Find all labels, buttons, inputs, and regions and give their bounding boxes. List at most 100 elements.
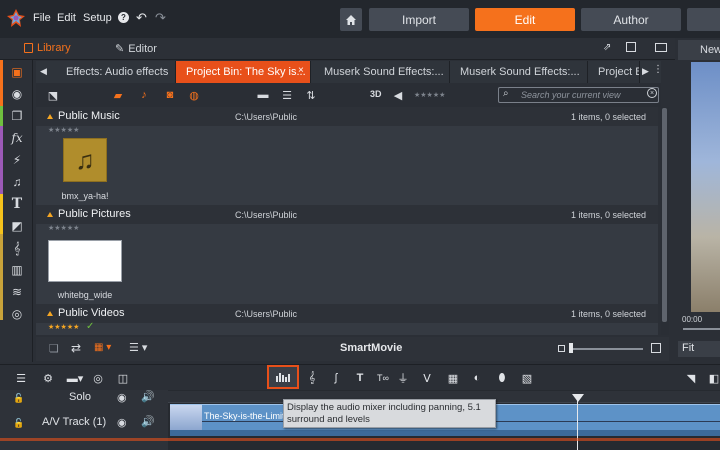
filter-project-icon[interactable]: ◍ (187, 88, 201, 102)
volume-menu-icon[interactable]: ▬▾ (64, 371, 86, 385)
text-overlay-icon[interactable]: T∞ (374, 371, 392, 385)
title-text-icon[interactable]: T (7, 195, 27, 213)
import-media-icon[interactable]: ❏ (49, 342, 59, 355)
list-options-icon[interactable]: ☰ ▾ (129, 341, 147, 354)
motion-path-icon[interactable]: ʃ (329, 371, 343, 385)
zoom-large-icon[interactable] (651, 343, 661, 353)
collapse-triangle-icon[interactable] (47, 212, 53, 217)
tab-effects-audio[interactable]: Effects: Audio effects (56, 61, 176, 83)
grid-view-icon[interactable]: ▦ ▾ (94, 342, 111, 353)
menu-setup[interactable]: Setup (83, 12, 112, 24)
multicam-icon[interactable]: ▦ (446, 371, 460, 385)
color-grading-icon[interactable]: ◐ (470, 371, 484, 385)
scorefitter-icon[interactable]: 𝄞 (7, 239, 27, 257)
picture-item-thumbnail[interactable] (48, 240, 122, 282)
library-scrollbar-thumb[interactable] (662, 108, 667, 322)
smartmovie-button[interactable]: SmartMovie (340, 342, 402, 354)
item-rating[interactable]: ★★★★★ (48, 224, 79, 232)
preview-scrubber[interactable] (683, 328, 720, 330)
layout-icon[interactable] (655, 43, 667, 52)
section-public-pictures-header[interactable]: Public Pictures C:\Users\Public 1 items,… (36, 205, 658, 224)
tab-menu-icon[interactable]: ⋮ (653, 64, 663, 75)
redo-icon[interactable]: ↷ (155, 10, 166, 26)
list-view-icon[interactable]: ☰ (280, 88, 294, 102)
title-tool-icon[interactable]: T (353, 371, 367, 385)
filter-video-icon[interactable]: ▰ (111, 88, 125, 102)
lock-icon[interactable]: 🔓 (13, 393, 24, 404)
filter-3d-button[interactable]: 3D (370, 89, 382, 99)
section-public-videos-header[interactable]: Public Videos C:\Users\Public 1 items, 0… (36, 304, 658, 323)
collections-icon[interactable]: ❐ (7, 107, 27, 125)
film-reel-icon[interactable]: ◉ (7, 85, 27, 103)
transitions-lightning-icon[interactable]: ⚡ (7, 151, 27, 169)
item-rating[interactable]: ★★★★★ (48, 126, 79, 134)
filter-audio-icon[interactable]: ♪ (137, 88, 151, 102)
speaker-icon[interactable]: 🔊 (141, 390, 155, 403)
eye-icon[interactable]: ◉ (117, 391, 127, 404)
disc-icon[interactable]: ◎ (7, 305, 27, 323)
rating-filter[interactable]: ★★★★★ (414, 91, 445, 99)
import-mode-button[interactable]: Import (369, 8, 469, 31)
storyboard-icon[interactable]: ◫ (116, 371, 130, 385)
tab-project-bin[interactable]: Project Bin: The Sky is... (176, 61, 311, 83)
filter-photo-icon[interactable]: ◙ (163, 88, 177, 102)
popout-icon[interactable] (626, 42, 636, 52)
menu-edit[interactable]: Edit (57, 12, 76, 24)
search-clear-icon[interactable]: × (647, 88, 657, 98)
track-speaker-icon[interactable]: 🔊 (141, 415, 155, 428)
transition-icon[interactable]: ᐯ (420, 371, 434, 385)
voiceover-mic-icon[interactable]: ⏚ (396, 371, 410, 385)
marker-list-icon[interactable]: ◧ (707, 371, 720, 385)
music-note-icon[interactable]: ♫ (7, 173, 27, 191)
tag-icon[interactable]: ◀ (391, 88, 405, 102)
collapse-triangle-icon[interactable] (47, 311, 53, 316)
scorefitter-icon[interactable]: 𝄞 (305, 371, 319, 385)
tab-muserk-1[interactable]: Muserk Sound Effects:... (314, 61, 450, 83)
playhead-handle[interactable] (572, 394, 584, 402)
tab-muserk-2[interactable]: Muserk Sound Effects:... (450, 61, 588, 83)
pin-icon[interactable]: ⇗ (603, 42, 611, 53)
thumbnail-size-slider[interactable] (571, 348, 643, 350)
music-item-thumbnail[interactable]: ♫ (63, 138, 107, 182)
author-mode-button[interactable]: Author (581, 8, 681, 31)
tab-scroll-left-icon[interactable]: ◀ (40, 66, 47, 77)
home-button[interactable] (340, 8, 362, 31)
edit-mode-button[interactable]: Edit (475, 8, 575, 31)
motion-tracking-icon[interactable]: ⬮ (495, 371, 509, 385)
track-name[interactable]: A/V Track (1) (42, 416, 106, 428)
library-tab[interactable]: Library (24, 42, 71, 54)
next-mode-button[interactable] (687, 8, 720, 31)
sound-wave-icon[interactable]: ≋ (7, 283, 27, 301)
image-icon[interactable]: ▧ (520, 371, 534, 385)
collapse-triangle-icon[interactable] (47, 114, 53, 119)
section-public-music-header[interactable]: Public Music C:\Users\Public 1 items, 0 … (36, 107, 658, 126)
menu-file[interactable]: File (33, 12, 51, 24)
track-menu-icon[interactable]: ☰ (14, 371, 28, 385)
track-eye-icon[interactable]: ◉ (117, 416, 127, 429)
track-lock-icon[interactable]: 🔓 (13, 418, 24, 429)
effects-fx-icon[interactable]: fx (7, 129, 27, 147)
tab-close-icon[interactable]: × (298, 65, 304, 76)
tab-scroll-right-icon[interactable]: ▶ (642, 66, 649, 77)
timeline-settings-icon[interactable]: ⚙ (41, 371, 55, 385)
record-icon[interactable]: ◎ (91, 371, 105, 385)
undo-icon[interactable]: ↶ (136, 10, 147, 26)
piano-icon[interactable]: ▥ (7, 261, 27, 279)
search-input[interactable]: Search your current view (498, 87, 659, 103)
playhead[interactable] (577, 396, 578, 450)
tab-project-b[interactable]: Project B (588, 61, 640, 83)
overlay-icon[interactable]: ◩ (7, 217, 27, 235)
folder-icon[interactable]: ▬ (256, 88, 270, 102)
sync-icon[interactable]: ⇄ (71, 341, 81, 355)
thumbnail-size-slider-handle[interactable] (569, 343, 573, 353)
add-to-bin-icon[interactable]: ⬔ (46, 88, 60, 102)
new-preview-tab[interactable]: New (678, 40, 720, 60)
audio-mixer-button[interactable] (267, 365, 299, 389)
help-icon[interactable]: ? (118, 12, 129, 23)
project-bin-icon[interactable]: ▣ (7, 63, 27, 81)
sort-icon[interactable]: ⇅ (304, 88, 318, 102)
zoom-small-icon[interactable] (558, 345, 565, 352)
item-rating-gold[interactable]: ★★★★★ (48, 323, 79, 331)
zoom-fit-select[interactable]: Fit (678, 341, 720, 357)
marker-icon[interactable]: ◥ (684, 371, 698, 385)
